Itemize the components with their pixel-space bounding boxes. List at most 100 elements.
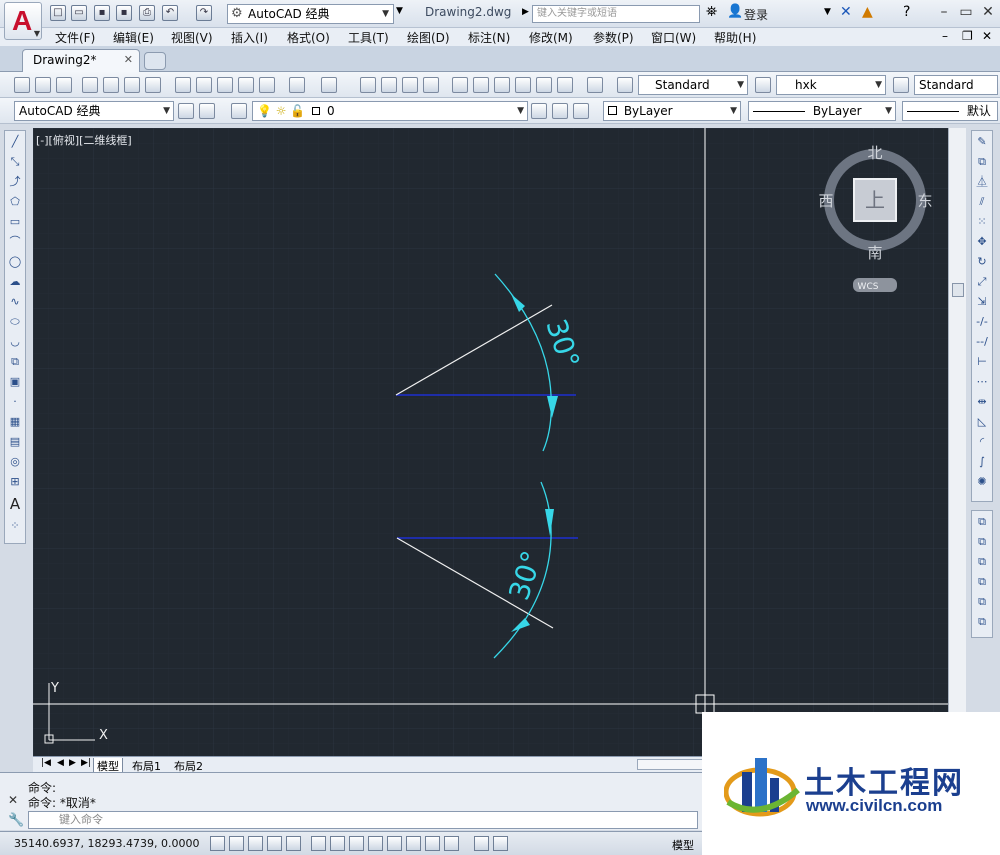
ellipse-icon[interactable]: ⬭ [8, 315, 22, 329]
snap-mode-icon[interactable] [229, 836, 244, 851]
polar-tracking-icon[interactable] [286, 836, 301, 851]
make-current-icon[interactable] [531, 103, 547, 119]
object-snap-tracking-icon[interactable] [349, 836, 364, 851]
layer-select[interactable]: 💡 ☼ 🔓 0 ▼ [252, 101, 528, 121]
layer-previous-icon[interactable] [552, 103, 568, 119]
insert-block-icon[interactable]: ⧉ [8, 355, 22, 369]
new-file-icon[interactable]: □ [50, 5, 66, 21]
viewcube-west[interactable]: 西 [818, 192, 833, 210]
redo-icon[interactable]: ↷ [196, 5, 212, 21]
coordinate-readout[interactable]: 35140.6937, 18293.4739, 0.0000 [14, 837, 199, 850]
login-dropdown-icon[interactable]: ▼ [824, 7, 831, 17]
viewport-controls-label[interactable]: [-][俯视][二维线框] [36, 132, 132, 148]
menu-edit[interactable]: 编辑(E) [113, 29, 154, 46]
explode-icon[interactable]: ✺ [975, 475, 989, 489]
construction-line-icon[interactable]: ⤡ [8, 155, 22, 169]
save-icon[interactable]: ▪ [94, 5, 110, 21]
help-icon[interactable] [587, 77, 603, 93]
close-tab-icon[interactable]: ✕ [124, 50, 133, 70]
prev-layout-icon[interactable]: ◀ [57, 758, 64, 768]
arc-icon[interactable]: ⌒ [8, 235, 22, 249]
send-to-back-icon[interactable]: ⧉ [975, 535, 989, 549]
rectangle-icon[interactable]: ▭ [8, 215, 22, 229]
workspace-select[interactable]: ⚙ AutoCAD 经典 ▼ [227, 4, 394, 24]
rotate-icon[interactable]: ↻ [975, 255, 989, 269]
menu-dimension[interactable]: 标注(N) [468, 29, 510, 46]
table-style-select[interactable]: Standard [914, 75, 998, 95]
doc-minimize-button[interactable]: – [942, 29, 948, 43]
spline-icon[interactable]: ∿ [8, 295, 22, 309]
undo-icon[interactable]: ↶ [162, 5, 178, 21]
properties-icon[interactable] [452, 77, 468, 93]
paste-icon[interactable] [217, 77, 233, 93]
table-icon[interactable]: ⊞ [8, 475, 22, 489]
doc-close-button[interactable]: ✕ [982, 29, 992, 43]
open-icon[interactable] [35, 77, 51, 93]
scrollbar-thumb[interactable] [952, 283, 964, 297]
close-button[interactable]: ✕ [978, 4, 998, 22]
save-icon[interactable] [56, 77, 72, 93]
annotation-monitor-icon[interactable] [493, 836, 508, 851]
plot-preview-icon[interactable] [103, 77, 119, 93]
copy-object-icon[interactable]: ⧉ [975, 155, 989, 169]
menu-view[interactable]: 视图(V) [171, 29, 213, 46]
linetype-select[interactable]: ByLayer ▼ [748, 101, 896, 121]
move-icon[interactable]: ✥ [975, 235, 989, 249]
close-command-window-icon[interactable]: ✕ [8, 793, 18, 807]
menu-parameters[interactable]: 参数(P) [593, 29, 634, 46]
minimize-button[interactable]: – [934, 4, 954, 22]
binoculars-icon[interactable]: ⛯ [706, 4, 717, 20]
menu-modify[interactable]: 修改(M) [529, 29, 573, 46]
application-menu-button[interactable]: A ▼ [4, 2, 42, 40]
last-layout-icon[interactable]: ▶| [81, 758, 91, 768]
search-input[interactable]: 键入关键字或短语 [532, 5, 700, 23]
help-icon[interactable]: ? [903, 4, 910, 20]
grid-display-icon[interactable] [248, 836, 263, 851]
new-tab-button[interactable] [144, 52, 166, 70]
annotations-to-front-icon[interactable]: ⧉ [975, 615, 989, 629]
cut-icon[interactable] [175, 77, 191, 93]
mirror-icon[interactable]: ⏅ [975, 175, 989, 189]
first-layout-icon[interactable]: |◀ [41, 758, 51, 768]
viewcube-north[interactable]: 北 [867, 144, 882, 162]
zoom-previous-icon[interactable] [423, 77, 439, 93]
sheet-set-icon[interactable] [515, 77, 531, 93]
revision-cloud-icon[interactable]: ☁ [8, 275, 22, 289]
menu-window[interactable]: 窗口(W) [651, 29, 696, 46]
bring-to-front-icon[interactable]: ⧉ [975, 515, 989, 529]
circle-icon[interactable]: ◯ [8, 255, 22, 269]
menu-file[interactable]: 文件(F) [55, 29, 95, 46]
menu-insert[interactable]: 插入(I) [231, 29, 268, 46]
publish-icon[interactable] [124, 77, 140, 93]
break-icon[interactable]: ⋯ [975, 375, 989, 389]
region-icon[interactable]: ◎ [8, 455, 22, 469]
dynamic-ucs-icon[interactable] [368, 836, 383, 851]
model-space-button[interactable]: 模型 [672, 837, 694, 853]
join-icon[interactable]: ⇹ [975, 395, 989, 409]
polygon-icon[interactable]: ⬠ [8, 195, 22, 209]
multiline-text-icon[interactable]: A [8, 497, 22, 512]
print-icon[interactable]: ⎙ [139, 5, 155, 21]
workspace-save-icon[interactable] [199, 103, 215, 119]
stretch-icon[interactable]: ⇲ [975, 295, 989, 309]
blend-curves-icon[interactable]: ∫ [975, 455, 989, 469]
offset-icon[interactable]: ⫽ [975, 195, 989, 209]
markup-icon[interactable] [536, 77, 552, 93]
menu-draw[interactable]: 绘图(D) [407, 29, 450, 46]
menu-format[interactable]: 格式(O) [287, 29, 330, 46]
copy-icon[interactable] [196, 77, 212, 93]
vertical-scrollbar[interactable] [948, 128, 966, 756]
zoom-window-icon[interactable] [402, 77, 418, 93]
drawing-canvas[interactable]: 30° 30° Y X 上 北 南 东 西 WCS [-][俯视][二维线框] [33, 128, 948, 756]
text-to-front-icon[interactable]: ⧉ [975, 595, 989, 609]
login-button[interactable]: 登录 [744, 6, 768, 23]
next-layout-icon[interactable]: ▶ [69, 758, 76, 768]
3d-object-snap-icon[interactable] [330, 836, 345, 851]
add-selected-icon[interactable]: ⁘ [8, 519, 22, 533]
array-icon[interactable]: ⁙ [975, 215, 989, 229]
gradient-icon[interactable]: ▤ [8, 435, 22, 449]
dimension-style-icon[interactable] [755, 77, 771, 93]
zoom-realtime-icon[interactable] [381, 77, 397, 93]
quickcalc-icon[interactable] [557, 77, 573, 93]
lineweight-select[interactable]: 默认 [902, 101, 998, 121]
